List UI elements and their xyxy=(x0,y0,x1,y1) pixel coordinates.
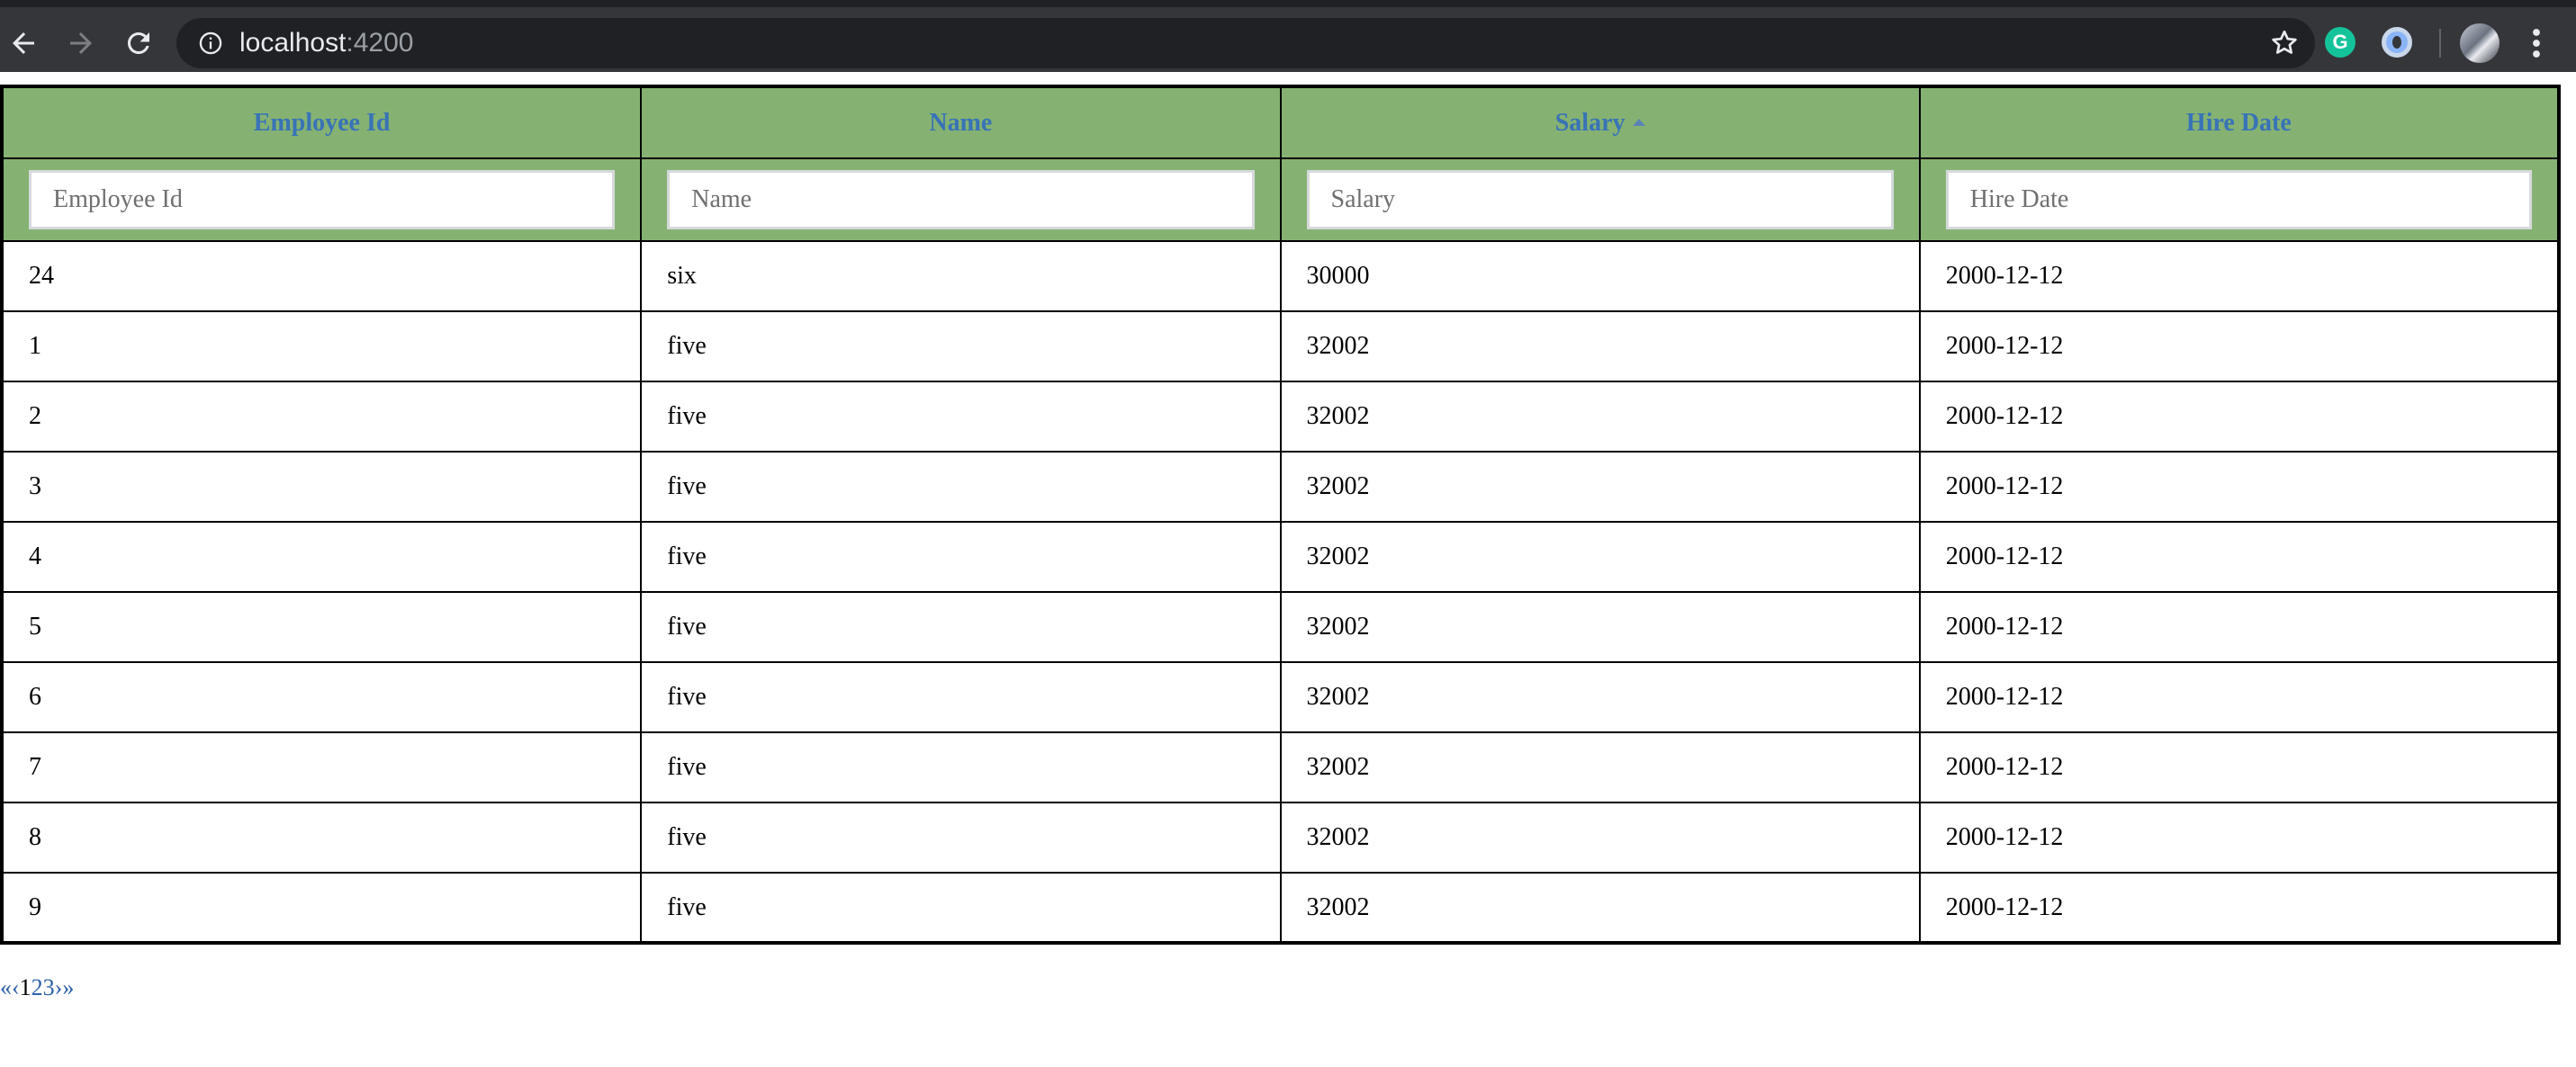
cell-salary: 32002 xyxy=(1279,521,1921,593)
column-header-name[interactable]: Name xyxy=(640,85,1282,159)
column-header-salary[interactable]: Salary xyxy=(1279,85,1921,159)
cell-name: five xyxy=(640,802,1282,874)
cell-employee-id: 8 xyxy=(0,802,643,874)
bookmark-star-icon[interactable] xyxy=(2268,27,2301,59)
toolbar-divider xyxy=(2439,29,2441,58)
name-filter-input[interactable] xyxy=(667,170,1255,229)
cell-salary: 32002 xyxy=(1279,310,1921,382)
cell-name: five xyxy=(640,310,1282,382)
arrow-right-icon xyxy=(70,32,92,54)
column-header-label: Employee Id xyxy=(253,108,391,137)
cell-name: five xyxy=(640,381,1282,453)
cell-salary: 30000 xyxy=(1279,240,1921,312)
cell-hire-date: 2000-12-12 xyxy=(1918,240,2561,312)
filter-cell xyxy=(1279,157,1921,242)
browser-toolbar: localhost:4200 G xyxy=(0,0,2576,72)
cell-salary: 32002 xyxy=(1279,451,1921,523)
url-host: localhost xyxy=(239,28,347,58)
cell-employee-id: 4 xyxy=(0,521,643,593)
employee-table: Employee Id Name Salary Hire Date 24 six… xyxy=(0,85,2561,945)
table-row: 5 five 32002 2000-12-12 xyxy=(0,591,2561,663)
cell-hire-date: 2000-12-12 xyxy=(1918,521,2561,593)
cell-employee-id: 5 xyxy=(0,591,643,663)
cell-hire-date: 2000-12-12 xyxy=(1918,381,2561,453)
table-row: 8 five 32002 2000-12-12 xyxy=(0,802,2561,874)
pagination-first-link[interactable]: « xyxy=(0,974,12,1000)
pagination-current-page: 1 xyxy=(19,974,32,1000)
cell-name: five xyxy=(640,521,1282,593)
url-port: :4200 xyxy=(346,28,414,58)
cell-salary: 32002 xyxy=(1279,381,1921,453)
column-header-label: Salary xyxy=(1554,108,1626,137)
filter-cell xyxy=(1918,157,2561,242)
pagination-last-link[interactable]: » xyxy=(62,974,74,1000)
column-header-label: Name xyxy=(929,108,993,137)
back-button[interactable] xyxy=(2,22,45,65)
cell-salary: 32002 xyxy=(1279,872,1921,944)
pagination-prev-link[interactable]: ‹ xyxy=(12,974,20,1000)
address-bar[interactable]: localhost:4200 xyxy=(176,18,2315,68)
table-row: 4 five 32002 2000-12-12 xyxy=(0,521,2561,593)
sort-ascending-icon xyxy=(1632,119,1645,127)
info-icon[interactable] xyxy=(198,31,223,56)
cell-name: five xyxy=(640,872,1282,944)
cell-name: five xyxy=(640,731,1282,803)
filter-cell xyxy=(640,157,1282,242)
pagination-page-link[interactable]: 2 xyxy=(32,974,43,1000)
cell-salary: 32002 xyxy=(1279,591,1921,663)
reload-icon xyxy=(128,32,149,54)
more-menu-icon[interactable] xyxy=(2527,27,2545,59)
forward-button[interactable] xyxy=(59,22,103,65)
grammarly-icon[interactable]: G xyxy=(2325,27,2355,58)
cell-name: five xyxy=(640,591,1282,663)
cell-employee-id: 24 xyxy=(0,240,643,312)
cell-hire-date: 2000-12-12 xyxy=(1918,661,2561,733)
table-row: 3 five 32002 2000-12-12 xyxy=(0,451,2561,523)
cell-hire-date: 2000-12-12 xyxy=(1918,591,2561,663)
cell-hire-date: 2000-12-12 xyxy=(1918,451,2561,523)
extension-icon[interactable] xyxy=(2382,27,2412,58)
url-text: localhost:4200 xyxy=(239,18,413,68)
column-header-hire-date[interactable]: Hire Date xyxy=(1918,85,2561,159)
cell-salary: 32002 xyxy=(1279,731,1921,803)
cell-salary: 32002 xyxy=(1279,661,1921,733)
cell-hire-date: 2000-12-12 xyxy=(1918,802,2561,874)
column-header-employee-id[interactable]: Employee Id xyxy=(0,85,643,159)
table-row: 1 five 32002 2000-12-12 xyxy=(0,310,2561,382)
table-row: 2 five 32002 2000-12-12 xyxy=(0,381,2561,453)
arrow-left-icon xyxy=(13,32,34,54)
filter-row xyxy=(0,157,2561,242)
column-header-label: Hire Date xyxy=(2185,108,2292,137)
cell-salary: 32002 xyxy=(1279,802,1921,874)
table-row: 7 five 32002 2000-12-12 xyxy=(0,731,2561,803)
profile-avatar[interactable] xyxy=(2460,23,2499,63)
cell-name: six xyxy=(640,240,1282,312)
pagination-page-link[interactable]: 3 xyxy=(43,974,55,1000)
table-row: 9 five 32002 2000-12-12 xyxy=(0,872,2561,944)
cell-hire-date: 2000-12-12 xyxy=(1918,310,2561,382)
table-row: 24 six 30000 2000-12-12 xyxy=(0,240,2561,312)
hire-date-filter-input[interactable] xyxy=(1945,170,2532,229)
cell-employee-id: 2 xyxy=(0,381,643,453)
header-row: Employee Id Name Salary Hire Date xyxy=(0,85,2561,159)
cell-employee-id: 9 xyxy=(0,872,643,944)
cell-employee-id: 1 xyxy=(0,310,643,382)
reload-button[interactable] xyxy=(117,22,160,65)
cell-employee-id: 3 xyxy=(0,451,643,523)
pagination: «‹123›» xyxy=(0,974,74,1001)
cell-hire-date: 2000-12-12 xyxy=(1918,872,2561,944)
cell-employee-id: 6 xyxy=(0,661,643,733)
cell-hire-date: 2000-12-12 xyxy=(1918,731,2561,803)
employee-id-filter-input[interactable] xyxy=(29,170,616,229)
cell-name: five xyxy=(640,451,1282,523)
cell-name: five xyxy=(640,661,1282,733)
salary-filter-input[interactable] xyxy=(1306,170,1894,229)
table-row: 6 five 32002 2000-12-12 xyxy=(0,661,2561,733)
cell-employee-id: 7 xyxy=(0,731,643,803)
filter-cell xyxy=(0,157,643,242)
